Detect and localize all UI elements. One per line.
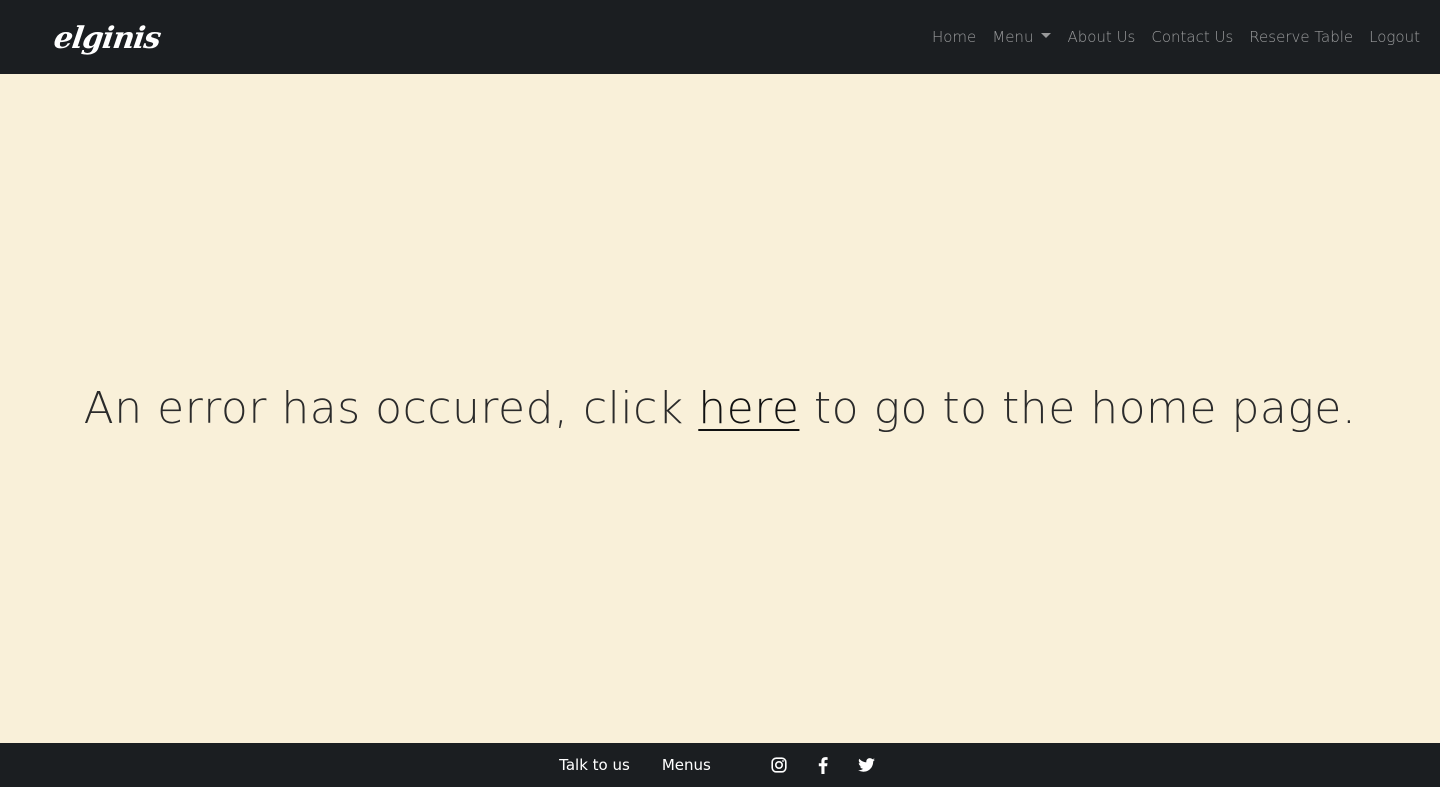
nav-menu-dropdown[interactable]: Menu [984,28,1059,46]
main-content: An error has occured, click here to go t… [0,74,1440,743]
brand-logo[interactable]: elginis [52,21,163,56]
nav-contact-us[interactable]: Contact Us [1143,28,1241,46]
nav-about-us[interactable]: About Us [1059,28,1143,46]
footer-menus-link[interactable]: Menus [662,756,711,774]
twitter-icon[interactable] [853,751,881,779]
facebook-icon[interactable] [809,751,837,779]
error-message: An error has occured, click here to go t… [84,383,1357,434]
nav-menu-label: Menu [992,28,1034,46]
nav-home[interactable]: Home [924,28,984,46]
chevron-down-icon [1041,33,1052,38]
error-message-prefix: An error has occured, click [83,383,699,434]
nav-reserve-table[interactable]: Reserve Table [1241,28,1361,46]
navbar: elginis Home Menu About Us Contact Us Re… [0,0,1440,74]
social-links [765,751,881,779]
home-link[interactable]: here [698,383,799,434]
nav-logout[interactable]: Logout [1361,28,1428,46]
error-message-suffix: to go to the home page. [799,383,1357,434]
footer: Talk to us Menus [0,743,1440,787]
nav-links: Home Menu About Us Contact Us Reserve Ta… [924,0,1428,74]
instagram-icon[interactable] [765,751,793,779]
footer-talk-to-us-link[interactable]: Talk to us [559,756,630,774]
